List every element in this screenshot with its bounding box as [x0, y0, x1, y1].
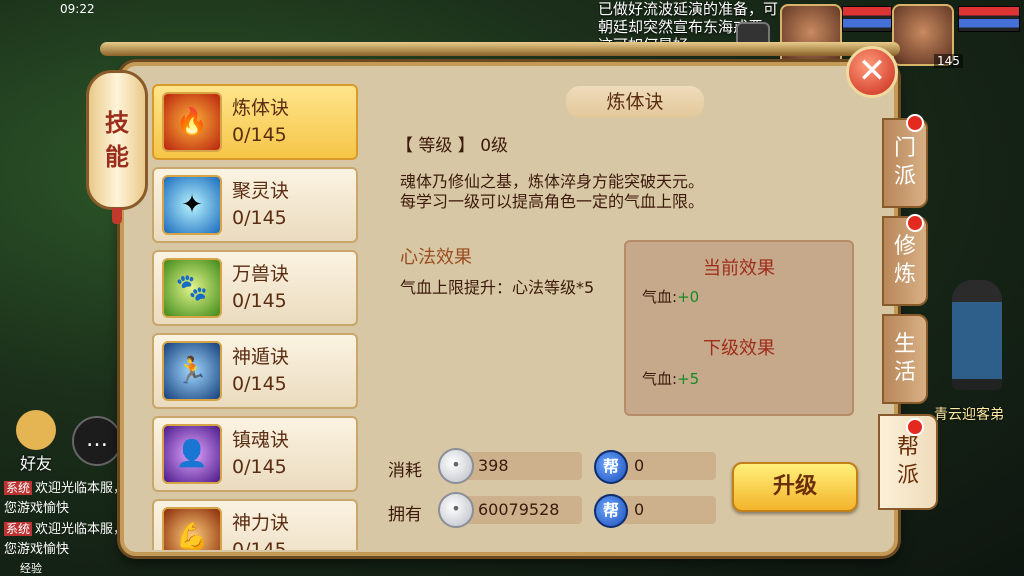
player-hp-bar — [958, 6, 1020, 32]
power-figure-icon: 💪 — [162, 507, 222, 550]
effect-description: 气血上限提升：心法等级*5 — [400, 278, 595, 297]
next-effect-value: 气血:+5 — [642, 370, 700, 388]
guild-token-icon: 帮 — [594, 450, 628, 484]
current-effect-heading: 当前效果 — [703, 258, 775, 279]
panel-title-lantern: 技 能 — [86, 70, 148, 210]
next-effect-heading: 下级效果 — [703, 338, 775, 359]
effect-section-title: 心法效果 — [400, 247, 472, 268]
tab-menpai[interactable]: 门派 — [882, 118, 928, 208]
skill-level: 0/145 — [232, 290, 287, 312]
skill-name: 神遁诀 — [232, 346, 290, 368]
skill-desc-1: 魂体乃修仙之基，炼体淬身方能突破天元。 — [400, 172, 705, 191]
player-level: 145 — [934, 54, 963, 68]
skill-name: 镇魂诀 — [232, 429, 290, 451]
skill-item-shenli[interactable]: 💪 神力诀 0/145 — [152, 499, 358, 550]
npc-name-label: 青云迎客弟 — [934, 407, 1004, 423]
panel-top-rod — [100, 42, 900, 56]
skill-level: 0/145 — [232, 456, 287, 478]
lantern-tassel — [112, 208, 122, 224]
notification-dot — [906, 114, 924, 132]
skill-level: 0/145 — [232, 207, 287, 229]
skill-item-lianti[interactable]: 🔥 炼体诀 0/145 — [152, 84, 358, 160]
skill-item-wanshou[interactable]: 🐾 万兽诀 0/145 — [152, 250, 358, 326]
skill-level-line: 【 等级 】 0级 — [396, 136, 509, 156]
friend-label: 好友 — [19, 454, 52, 473]
spirit-gather-icon: ✦ — [162, 175, 222, 235]
own-label: 拥有 — [388, 505, 422, 525]
fire-figure-icon: 🔥 — [162, 92, 222, 152]
chat-bubble-icon[interactable]: … — [72, 416, 122, 466]
soul-figure-icon: 👤 — [162, 424, 222, 484]
skill-title: 炼体诀 — [566, 86, 704, 118]
upgrade-button[interactable]: 升级 — [732, 462, 858, 512]
status-time: 09:22 — [60, 2, 95, 16]
tab-shenghuo[interactable]: 生活 — [882, 314, 928, 404]
skill-level: 0/145 — [232, 373, 287, 395]
skill-item-shendun[interactable]: 🏃 神遁诀 0/145 — [152, 333, 358, 409]
npc-character[interactable] — [952, 280, 1002, 390]
guild-token-icon: 帮 — [594, 494, 628, 528]
paw-icon: 🐾 — [162, 258, 222, 318]
notification-dot — [906, 214, 924, 232]
skill-item-juling[interactable]: ✦ 聚灵诀 0/145 — [152, 167, 358, 243]
pet-hp-bar — [842, 6, 892, 32]
skill-name: 聚灵诀 — [232, 180, 290, 202]
silver-coin-icon: • — [438, 492, 474, 528]
skill-level: 0/145 — [232, 124, 287, 146]
dash-figure-icon: 🏃 — [162, 341, 222, 401]
skill-name: 万兽诀 — [232, 263, 290, 285]
friend-button[interactable]: 好友 — [8, 410, 64, 474]
lantern-char: 技 — [105, 109, 129, 137]
friend-face-icon — [16, 410, 56, 450]
notification-dot — [906, 418, 924, 436]
skill-name: 神力诀 — [232, 512, 290, 534]
consume-label: 消耗 — [388, 461, 422, 481]
exp-label: 经验 — [20, 562, 42, 575]
pet-portrait[interactable] — [780, 4, 842, 66]
skill-desc-2: 每学习一级可以提高角色一定的气血上限。 — [400, 192, 705, 211]
lantern-char: 能 — [105, 143, 129, 171]
effects-box: 当前效果 气血:+0 下级效果 气血:+5 — [624, 240, 854, 416]
skill-item-zhenhun[interactable]: 👤 镇魂诀 0/145 — [152, 416, 358, 492]
skill-list[interactable]: 🔥 炼体诀 0/145 ✦ 聚灵诀 0/145 🐾 万兽诀 0/145 🏃 神遁诀 0/… — [152, 84, 362, 550]
skill-name: 炼体诀 — [232, 97, 290, 119]
current-effect-value: 气血:+0 — [642, 288, 700, 306]
close-button[interactable]: ✕ — [846, 46, 898, 98]
skill-level: 0/145 — [232, 539, 287, 550]
silver-coin-icon: • — [438, 448, 474, 484]
